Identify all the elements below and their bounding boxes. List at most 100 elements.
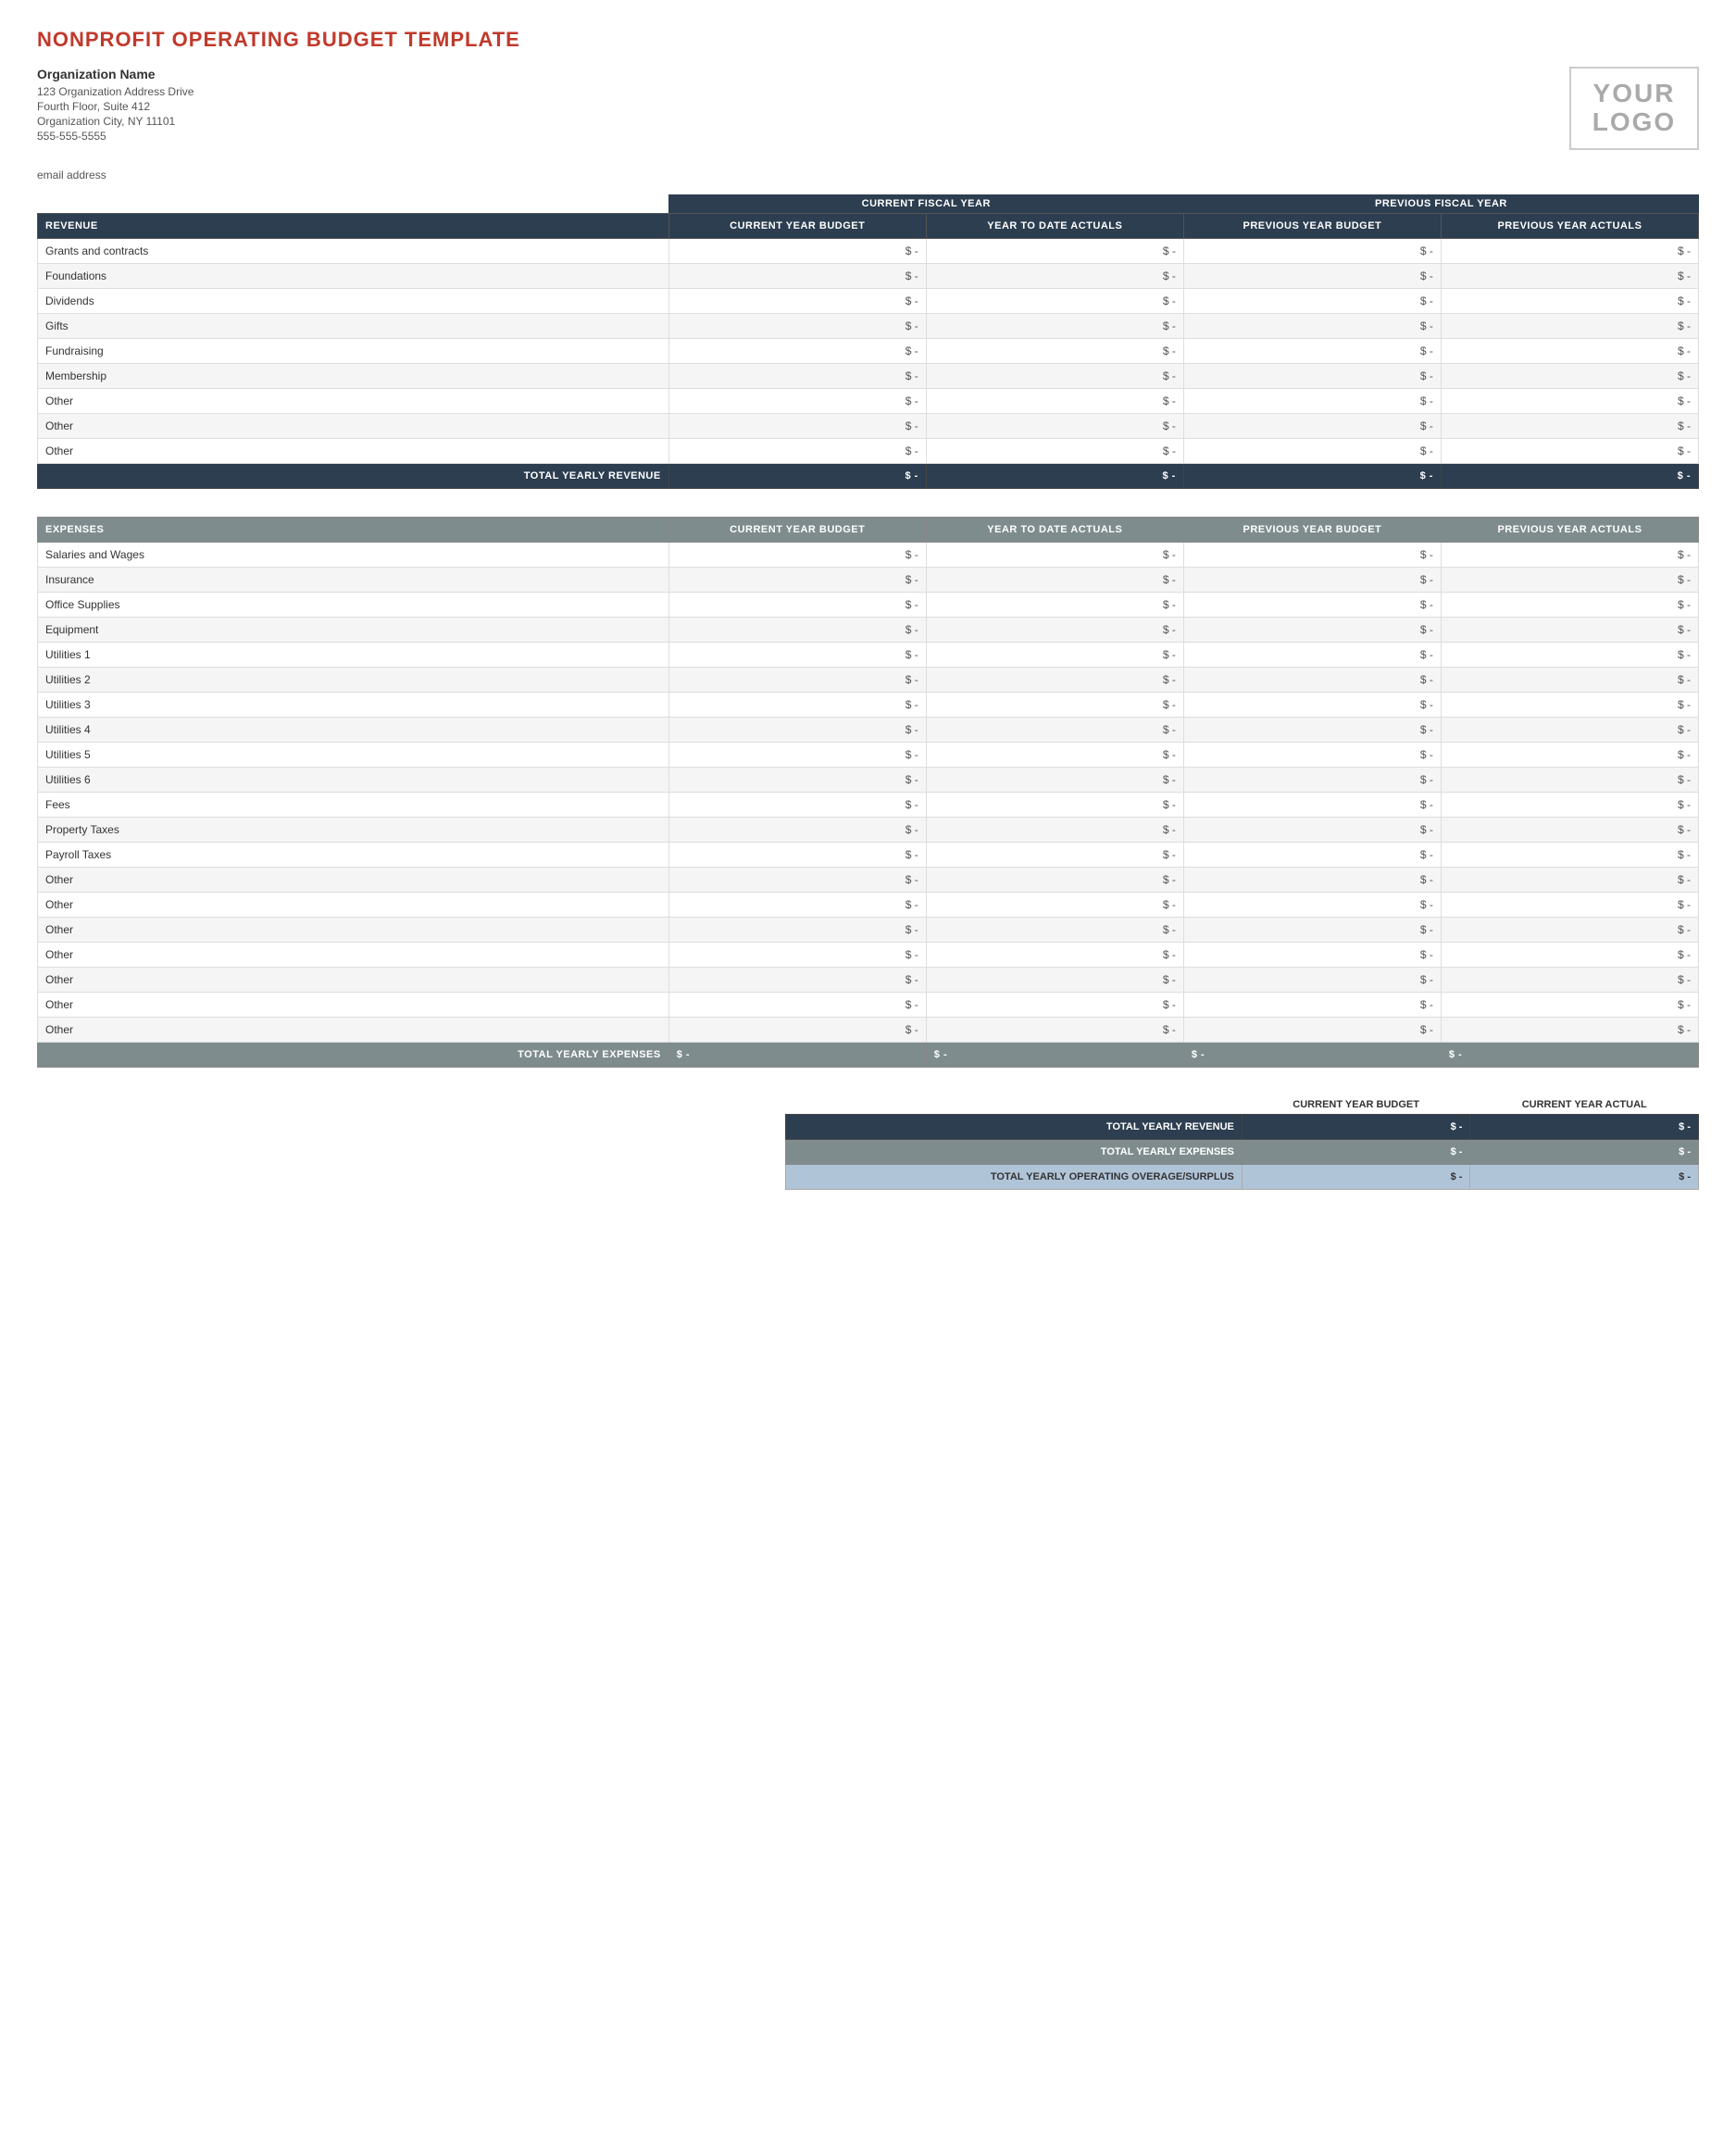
org-section: Organization Name 123 Organization Addre… <box>37 67 1699 150</box>
expenses-row-c4: $ - <box>1441 843 1698 868</box>
revenue-row-c1: $ - <box>668 389 926 414</box>
expenses-row-label: Utilities 6 <box>38 768 669 793</box>
revenue-row-label: Other <box>38 439 669 464</box>
summary-col1-header: CURRENT YEAR BUDGET <box>1242 1095 1470 1115</box>
revenue-row-c4: $ - <box>1441 289 1698 314</box>
expenses-row-c4: $ - <box>1441 543 1698 568</box>
expenses-section-label: EXPENSES <box>38 518 669 543</box>
org-info: Organization Name 123 Organization Addre… <box>37 67 194 144</box>
revenue-row-c1: $ - <box>668 264 926 289</box>
expenses-row-c2: $ - <box>926 643 1183 668</box>
expenses-row: Fees $ - $ - $ - $ - <box>38 793 1699 818</box>
expenses-row-c1: $ - <box>668 793 926 818</box>
expenses-row: Other $ - $ - $ - $ - <box>38 868 1699 893</box>
revenue-row-label: Membership <box>38 364 669 389</box>
expenses-row-c1: $ - <box>668 743 926 768</box>
expenses-total-c4: $ - <box>1441 1043 1698 1068</box>
revenue-section-label: REVENUE <box>38 214 669 239</box>
expenses-row-c3: $ - <box>1183 993 1441 1018</box>
revenue-row: Membership $ - $ - $ - $ - <box>38 364 1699 389</box>
summary-row: TOTAL YEARLY REVENUE $ - $ - <box>785 1115 1698 1140</box>
expenses-row-c2: $ - <box>926 968 1183 993</box>
expenses-row-c4: $ - <box>1441 568 1698 593</box>
expenses-row: Insurance $ - $ - $ - $ - <box>38 568 1699 593</box>
revenue-row-c3: $ - <box>1183 289 1441 314</box>
expenses-row-c4: $ - <box>1441 643 1698 668</box>
summary-empty-col <box>785 1095 1242 1115</box>
expenses-row-c4: $ - <box>1441 693 1698 718</box>
expenses-row-c4: $ - <box>1441 768 1698 793</box>
revenue-row-label: Gifts <box>38 314 669 339</box>
expenses-row-c3: $ - <box>1183 818 1441 843</box>
expenses-row-c3: $ - <box>1183 868 1441 893</box>
expenses-row-label: Property Taxes <box>38 818 669 843</box>
summary-row-c1: $ - <box>1242 1165 1470 1190</box>
revenue-col4-header: PREVIOUS YEAR ACTUALS <box>1441 214 1698 239</box>
expenses-row-c2: $ - <box>926 568 1183 593</box>
expenses-row-c4: $ - <box>1441 1018 1698 1043</box>
org-address1: 123 Organization Address Drive <box>37 85 194 98</box>
expenses-row-label: Utilities 1 <box>38 643 669 668</box>
revenue-row-c2: $ - <box>926 239 1183 264</box>
expenses-row-c4: $ - <box>1441 743 1698 768</box>
revenue-row-c2: $ - <box>926 264 1183 289</box>
expenses-row-c3: $ - <box>1183 743 1441 768</box>
expenses-row-label: Utilities 3 <box>38 693 669 718</box>
expenses-row: Utilities 1 $ - $ - $ - $ - <box>38 643 1699 668</box>
expenses-row-c1: $ - <box>668 843 926 868</box>
expenses-col2-header: YEAR TO DATE ACTUALS <box>926 518 1183 543</box>
expenses-row: Equipment $ - $ - $ - $ - <box>38 618 1699 643</box>
revenue-col1-header: CURRENT YEAR BUDGET <box>668 214 926 239</box>
summary-row-c2: $ - <box>1470 1165 1699 1190</box>
expenses-row-label: Equipment <box>38 618 669 643</box>
expenses-row-c2: $ - <box>926 743 1183 768</box>
revenue-row-c1: $ - <box>668 289 926 314</box>
revenue-row-c3: $ - <box>1183 439 1441 464</box>
expenses-row-c2: $ - <box>926 718 1183 743</box>
expenses-row-c3: $ - <box>1183 543 1441 568</box>
expenses-row-c1: $ - <box>668 1018 926 1043</box>
expenses-row-label: Other <box>38 1018 669 1043</box>
summary-col2-header: CURRENT YEAR ACTUAL <box>1470 1095 1699 1115</box>
expenses-row: Office Supplies $ - $ - $ - $ - <box>38 593 1699 618</box>
summary-row: TOTAL YEARLY OPERATING OVERAGE/SURPLUS $… <box>785 1165 1698 1190</box>
expenses-row: Utilities 4 $ - $ - $ - $ - <box>38 718 1699 743</box>
expenses-row-c3: $ - <box>1183 618 1441 643</box>
expenses-row: Other $ - $ - $ - $ - <box>38 968 1699 993</box>
revenue-row-label: Fundraising <box>38 339 669 364</box>
revenue-row-c4: $ - <box>1441 264 1698 289</box>
expenses-row: Utilities 3 $ - $ - $ - $ - <box>38 693 1699 718</box>
summary-section: CURRENT YEAR BUDGET CURRENT YEAR ACTUAL … <box>37 1095 1699 1218</box>
revenue-row-label: Dividends <box>38 289 669 314</box>
expenses-total-row: TOTAL YEARLY EXPENSES $ - $ - $ - $ - <box>38 1043 1699 1068</box>
expenses-row-c3: $ - <box>1183 968 1441 993</box>
revenue-col3-header: PREVIOUS YEAR BUDGET <box>1183 214 1441 239</box>
expenses-row: Other $ - $ - $ - $ - <box>38 1018 1699 1043</box>
expenses-row: Other $ - $ - $ - $ - <box>38 993 1699 1018</box>
expenses-total-c2: $ - <box>926 1043 1183 1068</box>
fiscal-empty-col <box>38 194 669 214</box>
revenue-row-c2: $ - <box>926 389 1183 414</box>
revenue-row: Grants and contracts $ - $ - $ - $ - <box>38 239 1699 264</box>
revenue-row-c3: $ - <box>1183 239 1441 264</box>
expenses-row-label: Insurance <box>38 568 669 593</box>
expenses-table: EXPENSES CURRENT YEAR BUDGET YEAR TO DAT… <box>37 517 1699 1068</box>
revenue-row-c2: $ - <box>926 364 1183 389</box>
revenue-row-c3: $ - <box>1183 314 1441 339</box>
revenue-row-c4: $ - <box>1441 414 1698 439</box>
revenue-row-c1: $ - <box>668 364 926 389</box>
summary-row-c1: $ - <box>1242 1115 1470 1140</box>
revenue-row-c3: $ - <box>1183 264 1441 289</box>
expenses-row-c4: $ - <box>1441 918 1698 943</box>
expenses-row-c1: $ - <box>668 593 926 618</box>
summary-row-label: TOTAL YEARLY OPERATING OVERAGE/SURPLUS <box>785 1165 1242 1190</box>
revenue-row-c4: $ - <box>1441 364 1698 389</box>
revenue-row: Foundations $ - $ - $ - $ - <box>38 264 1699 289</box>
org-phone: 555-555-5555 <box>37 130 194 143</box>
expenses-row-c1: $ - <box>668 618 926 643</box>
expenses-row: Other $ - $ - $ - $ - <box>38 943 1699 968</box>
expenses-row-c1: $ - <box>668 993 926 1018</box>
current-fiscal-label: CURRENT FISCAL YEAR <box>668 194 1183 214</box>
expenses-col4-header: PREVIOUS YEAR ACTUALS <box>1441 518 1698 543</box>
expenses-row-c1: $ - <box>668 693 926 718</box>
